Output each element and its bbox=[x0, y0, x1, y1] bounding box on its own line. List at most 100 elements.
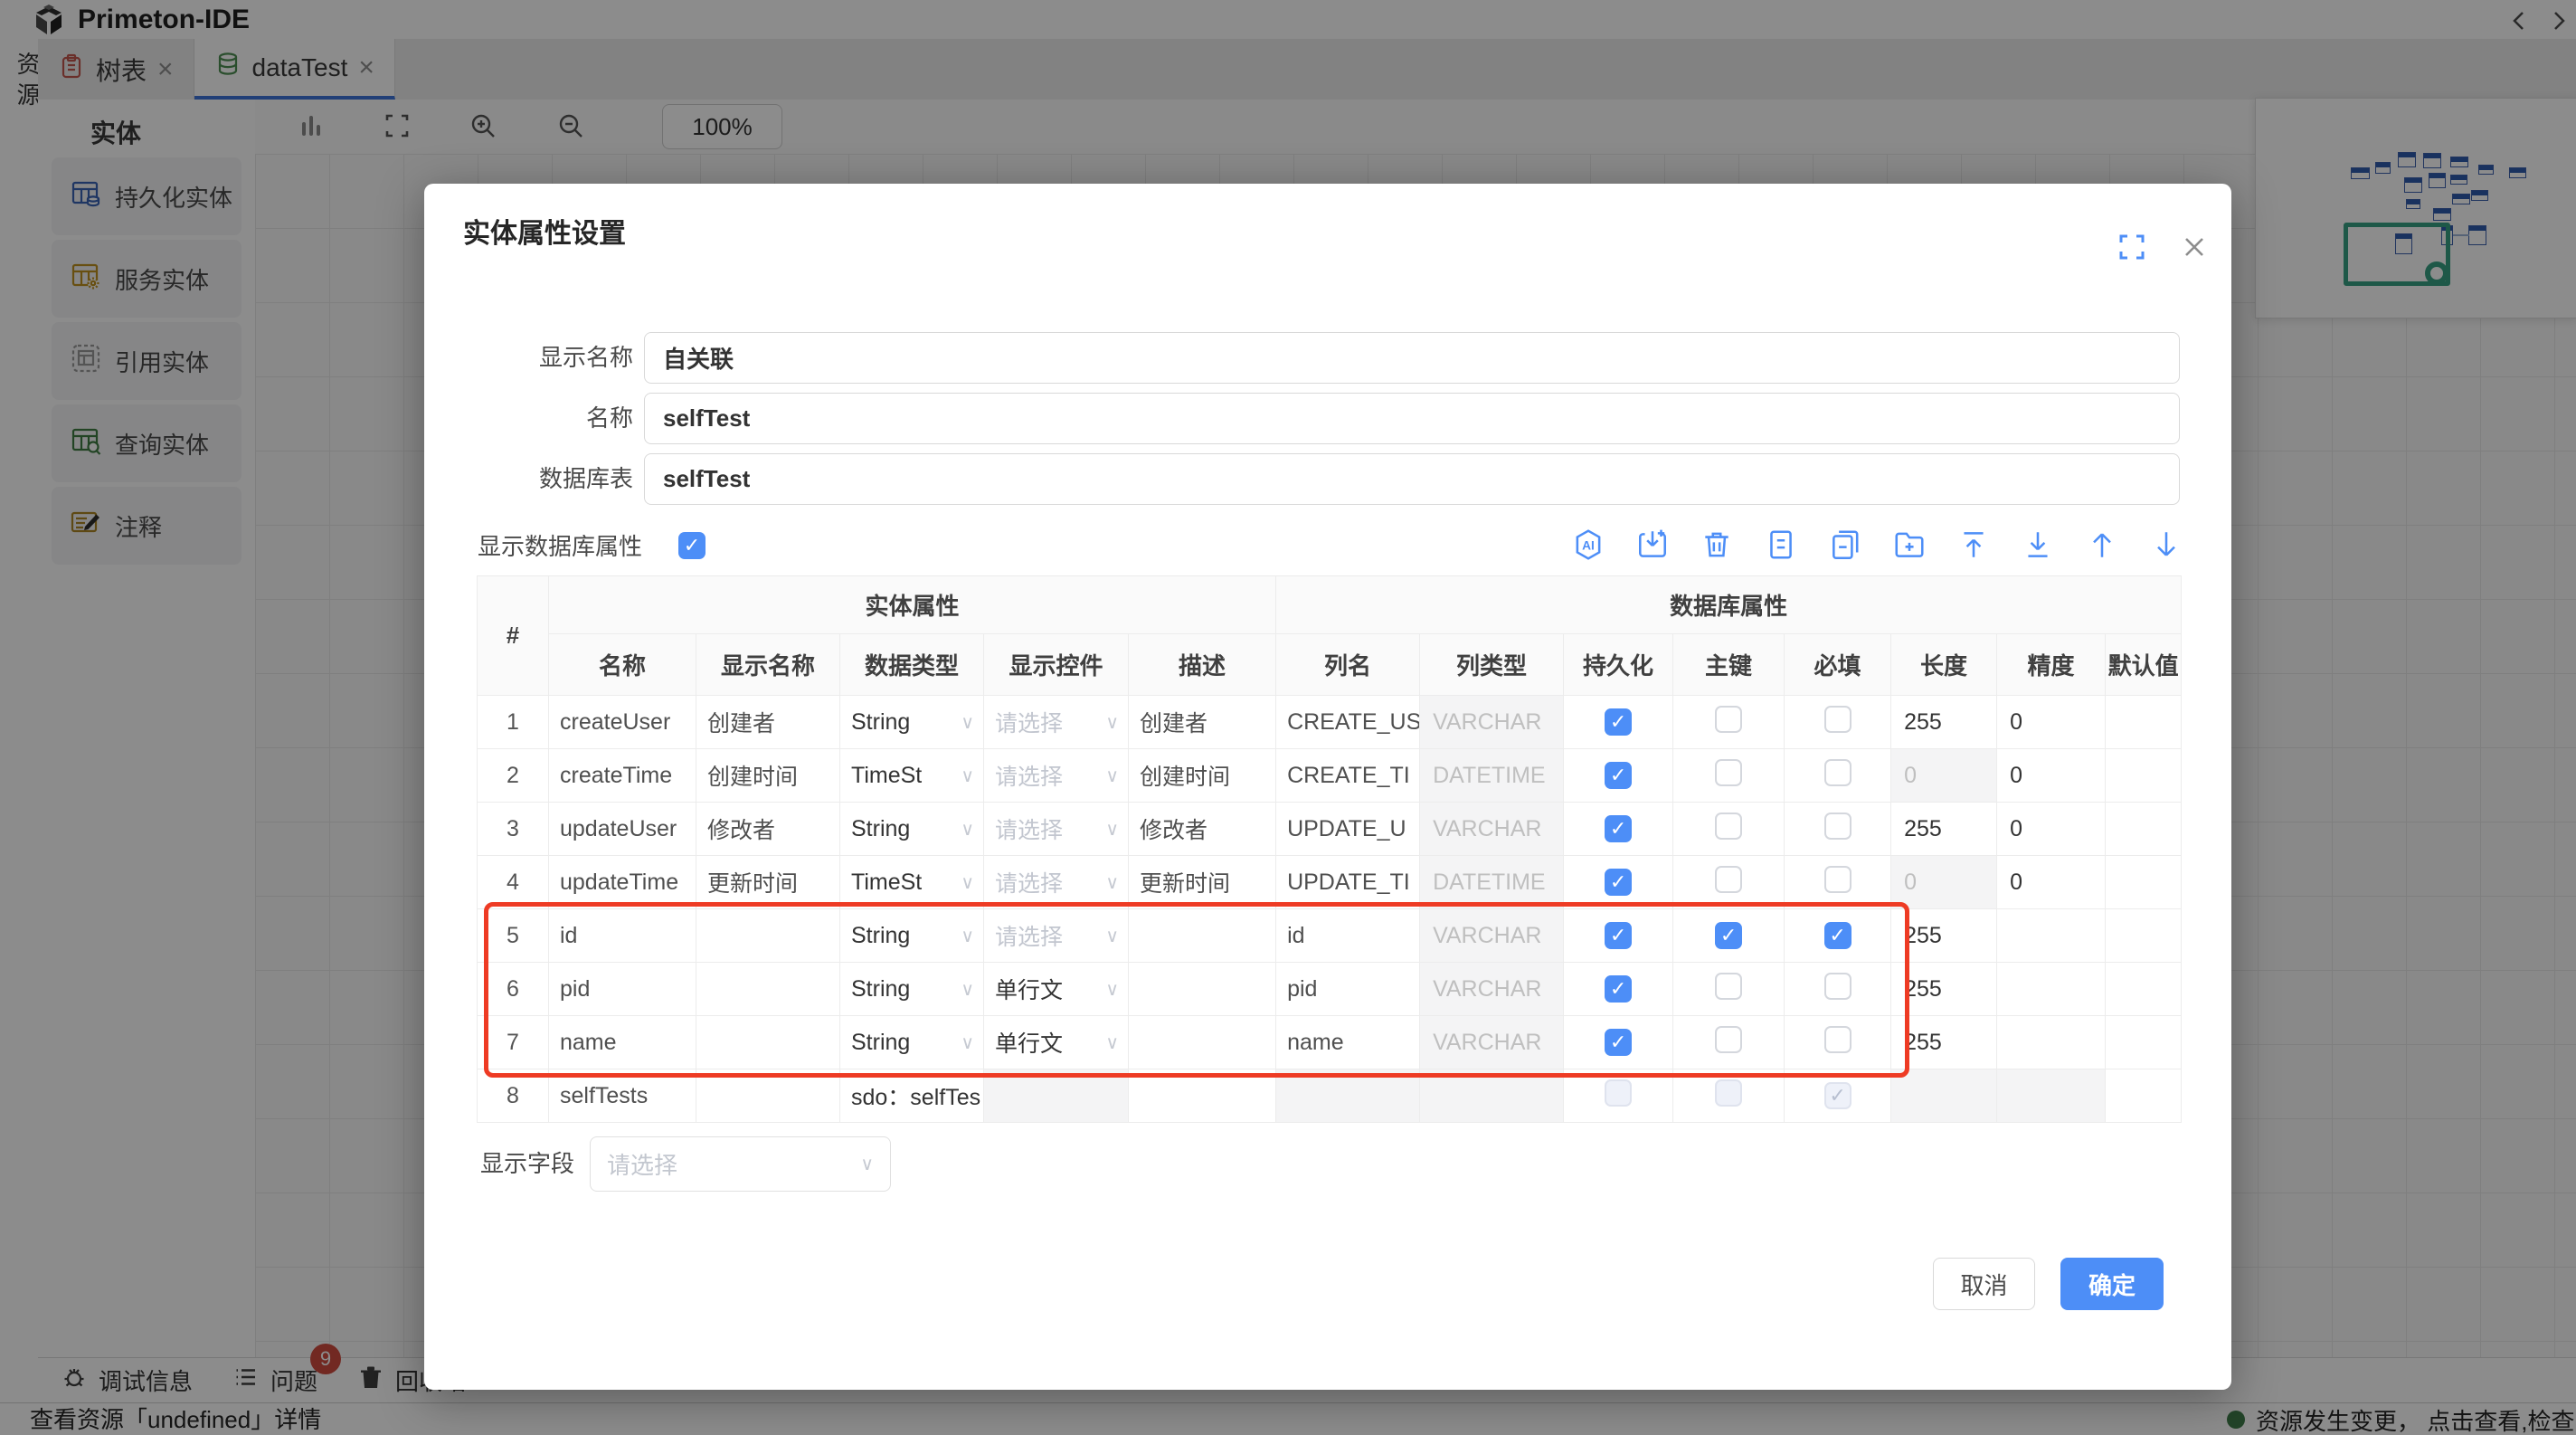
checkbox[interactable] bbox=[1715, 706, 1742, 733]
ai-icon[interactable]: AI bbox=[1571, 527, 1605, 562]
checkbox[interactable] bbox=[1824, 759, 1852, 786]
move-down-icon[interactable] bbox=[2149, 527, 2183, 562]
cell-precision[interactable] bbox=[1997, 1069, 2106, 1123]
cell-select[interactable]: TimeSt∨ bbox=[851, 870, 983, 896]
cell-select[interactable]: 请选择∨ bbox=[995, 759, 1128, 792]
cell-length[interactable]: 255 bbox=[1891, 1016, 1997, 1069]
cell-length[interactable] bbox=[1891, 1069, 1997, 1123]
checkbox[interactable] bbox=[1824, 973, 1852, 1000]
checkbox[interactable] bbox=[1715, 866, 1742, 893]
cell-desc[interactable]: 创建时间 bbox=[1129, 749, 1276, 803]
cell-length[interactable]: 255 bbox=[1891, 963, 1997, 1016]
cell-precision[interactable] bbox=[1997, 963, 2106, 1016]
cell-name[interactable]: updateUser bbox=[549, 803, 696, 856]
cell-default[interactable] bbox=[2106, 963, 2182, 1016]
checkbox[interactable]: ✓ bbox=[1605, 815, 1632, 842]
cell-desc[interactable] bbox=[1129, 909, 1276, 963]
cell-desc[interactable]: 创建者 bbox=[1129, 696, 1276, 749]
cell-display-name[interactable]: 创建者 bbox=[696, 696, 840, 749]
cell-select[interactable]: 单行文∨ bbox=[995, 1026, 1128, 1059]
cell-default[interactable] bbox=[2106, 803, 2182, 856]
checkbox[interactable] bbox=[1715, 973, 1742, 1000]
move-top-icon[interactable] bbox=[1956, 527, 1991, 562]
cell-desc[interactable]: 修改者 bbox=[1129, 803, 1276, 856]
import-icon[interactable] bbox=[1635, 527, 1670, 562]
cell-select[interactable]: String∨ bbox=[851, 1030, 983, 1056]
cell-col-name[interactable]: id bbox=[1276, 909, 1420, 963]
checkbox[interactable] bbox=[1824, 866, 1852, 893]
close-icon[interactable] bbox=[2179, 232, 2210, 262]
cell-select[interactable]: String∨ bbox=[851, 816, 983, 842]
checkbox[interactable] bbox=[1715, 1079, 1742, 1107]
folder-add-icon[interactable] bbox=[1892, 527, 1927, 562]
field-input[interactable]: 自关联 bbox=[644, 332, 2180, 384]
copy-icon[interactable] bbox=[1828, 527, 1862, 562]
move-bottom-icon[interactable] bbox=[2021, 527, 2055, 562]
cell-precision[interactable]: 0 bbox=[1997, 856, 2106, 909]
checkbox[interactable] bbox=[1715, 759, 1742, 786]
field-input[interactable]: selfTest bbox=[644, 393, 2180, 444]
checkbox[interactable] bbox=[1715, 813, 1742, 840]
checkbox[interactable] bbox=[1605, 1079, 1632, 1107]
cell-select[interactable]: TimeSt∨ bbox=[851, 763, 983, 789]
cell-name[interactable]: updateTime bbox=[549, 856, 696, 909]
cell-col-name[interactable]: UPDATE_U bbox=[1276, 803, 1420, 856]
cell-desc[interactable] bbox=[1129, 1016, 1276, 1069]
cell-precision[interactable] bbox=[1997, 1016, 2106, 1069]
maximize-icon[interactable] bbox=[2117, 232, 2147, 262]
cell-col-name[interactable]: CREATE_TI bbox=[1276, 749, 1420, 803]
cell-display-name[interactable] bbox=[696, 909, 840, 963]
cell-name[interactable]: pid bbox=[549, 963, 696, 1016]
cell-select[interactable]: 单行文∨ bbox=[995, 973, 1128, 1005]
checkbox[interactable]: ✓ bbox=[1824, 1082, 1852, 1109]
cell-name[interactable]: selfTests bbox=[549, 1069, 696, 1123]
checkbox[interactable] bbox=[1824, 706, 1852, 733]
cell-precision[interactable]: 0 bbox=[1997, 696, 2106, 749]
cell-col-name[interactable]: pid bbox=[1276, 963, 1420, 1016]
cell-precision[interactable] bbox=[1997, 909, 2106, 963]
cell-select[interactable]: 请选择∨ bbox=[995, 813, 1128, 845]
cell-length[interactable]: 255 bbox=[1891, 803, 1997, 856]
cell-name[interactable]: id bbox=[549, 909, 696, 963]
cell-default[interactable] bbox=[2106, 696, 2182, 749]
cancel-button[interactable]: 取消 bbox=[1933, 1258, 2035, 1310]
cell-name[interactable]: createUser bbox=[549, 696, 696, 749]
checkbox[interactable]: ✓ bbox=[1824, 922, 1852, 949]
checkbox[interactable]: ✓ bbox=[1605, 762, 1632, 789]
cell-default[interactable] bbox=[2106, 909, 2182, 963]
cell-precision[interactable]: 0 bbox=[1997, 749, 2106, 803]
cell-col-name[interactable]: UPDATE_TI bbox=[1276, 856, 1420, 909]
cell-name[interactable]: name bbox=[549, 1016, 696, 1069]
cell-length[interactable]: 255 bbox=[1891, 909, 1997, 963]
cell-select[interactable]: 请选择∨ bbox=[995, 919, 1128, 952]
checkbox[interactable] bbox=[1715, 1026, 1742, 1053]
cell-display-name[interactable] bbox=[696, 1016, 840, 1069]
move-up-icon[interactable] bbox=[2085, 527, 2119, 562]
cell-display-name[interactable] bbox=[696, 1069, 840, 1123]
cell-desc[interactable] bbox=[1129, 1069, 1276, 1123]
checkbox[interactable]: ✓ bbox=[1605, 1029, 1632, 1056]
document-icon[interactable] bbox=[1764, 527, 1798, 562]
checkbox[interactable]: ✓ bbox=[1715, 922, 1742, 949]
cell-name[interactable]: createTime bbox=[549, 749, 696, 803]
cell-select[interactable]: String∨ bbox=[851, 976, 983, 1003]
cell-default[interactable] bbox=[2106, 749, 2182, 803]
cell-col-name[interactable]: name bbox=[1276, 1016, 1420, 1069]
cell-display-name[interactable]: 创建时间 bbox=[696, 749, 840, 803]
cell-precision[interactable]: 0 bbox=[1997, 803, 2106, 856]
field-input[interactable]: selfTest bbox=[644, 453, 2180, 505]
checkbox[interactable] bbox=[1824, 1026, 1852, 1053]
cell-select[interactable]: String∨ bbox=[851, 923, 983, 949]
cell-display-name[interactable] bbox=[696, 963, 840, 1016]
checkbox[interactable]: ✓ bbox=[1605, 869, 1632, 896]
ok-button[interactable]: 确定 bbox=[2060, 1258, 2164, 1310]
display-field-select[interactable]: 请选择 ∨ bbox=[590, 1136, 891, 1192]
cell-desc[interactable] bbox=[1129, 963, 1276, 1016]
checkbox[interactable] bbox=[1824, 813, 1852, 840]
cell-display-name[interactable]: 修改者 bbox=[696, 803, 840, 856]
cell-length[interactable]: 0 bbox=[1891, 856, 1997, 909]
checkbox[interactable]: ✓ bbox=[1605, 922, 1632, 949]
cell-default[interactable] bbox=[2106, 1016, 2182, 1069]
checkbox[interactable]: ✓ bbox=[1605, 708, 1632, 736]
cell-default[interactable] bbox=[2106, 856, 2182, 909]
